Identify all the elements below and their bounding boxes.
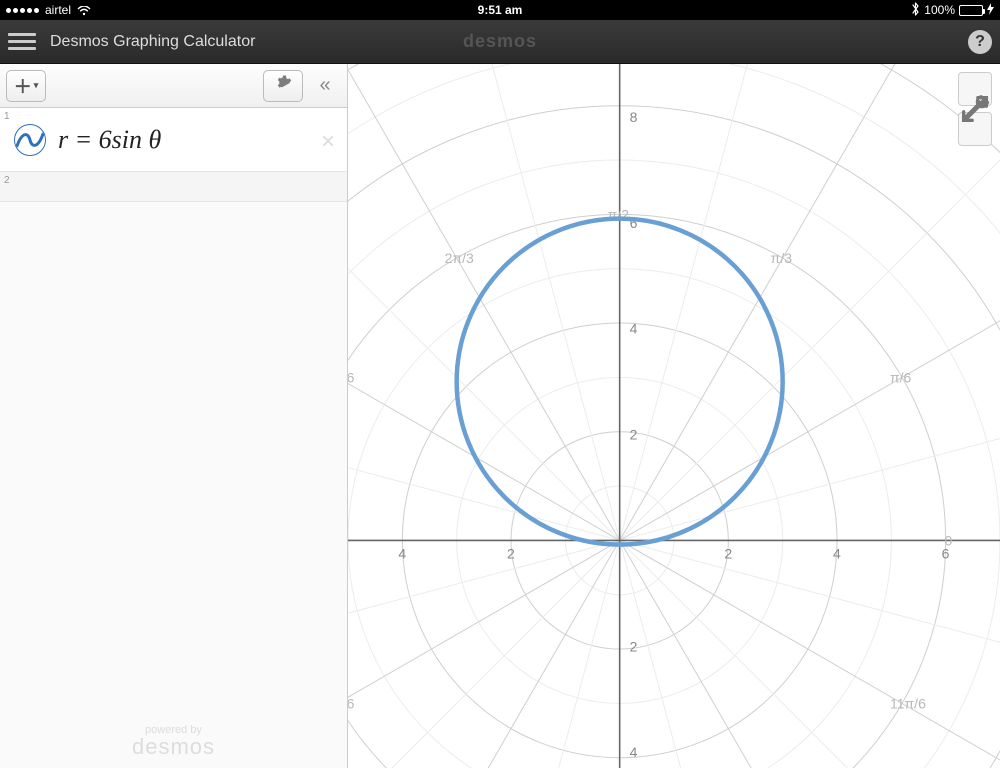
zoom-fit-button[interactable]: [958, 112, 992, 146]
settings-button[interactable]: [263, 70, 303, 102]
app-title: Desmos Graphing Calculator: [50, 33, 255, 51]
clock-label: 9:51 am: [478, 3, 523, 17]
svg-text:π/6: π/6: [890, 369, 912, 385]
svg-text:2π/3: 2π/3: [445, 250, 474, 266]
svg-text:7π/6: 7π/6: [348, 695, 355, 711]
row-index: 2: [4, 175, 10, 186]
close-icon: ×: [321, 128, 335, 155]
svg-text:5π/6: 5π/6: [348, 369, 355, 385]
collapse-panel-button[interactable]: «: [309, 70, 341, 102]
svg-text:4: 4: [398, 545, 406, 561]
svg-text:2: 2: [630, 427, 638, 443]
svg-text:11π/6: 11π/6: [890, 695, 926, 711]
powered-by-brand: desmos: [132, 736, 215, 758]
wifi-icon: [77, 5, 91, 15]
svg-text:2: 2: [724, 545, 732, 561]
gear-icon: [274, 74, 292, 97]
svg-text:2: 2: [630, 638, 638, 654]
svg-text:4: 4: [630, 321, 638, 337]
add-expression-button[interactable]: ＋▾: [6, 70, 46, 102]
status-left: airtel: [6, 3, 91, 17]
expression-text[interactable]: r = 6sin θ: [58, 125, 161, 155]
expression-row-2[interactable]: 2: [0, 172, 347, 202]
signal-dots-icon: [6, 8, 39, 13]
delete-expression-button[interactable]: ×: [321, 128, 335, 156]
help-button[interactable]: ?: [968, 30, 992, 54]
charging-icon: [987, 3, 994, 18]
svg-text:4: 4: [833, 545, 841, 561]
app-header: Desmos Graphing Calculator desmos ?: [0, 20, 1000, 64]
powered-by-label: powered by desmos: [132, 725, 215, 758]
main-layout: ＋▾ « 1 r = 6sin θ × 2 power: [0, 64, 1000, 768]
svg-text:8: 8: [630, 109, 638, 125]
graph-canvas[interactable]: 422464224680π/6π/3π/22π/35π/67π/611π/6: [348, 64, 1000, 768]
svg-text:2: 2: [507, 545, 515, 561]
expression-toolbar: ＋▾ «: [0, 64, 347, 108]
battery-icon: [959, 5, 983, 16]
expression-color-icon[interactable]: [14, 124, 46, 156]
row-index: 1: [4, 111, 10, 122]
chevron-double-left-icon: «: [319, 74, 330, 97]
svg-text:4: 4: [630, 744, 638, 760]
graph-tools: [958, 72, 992, 146]
ios-status-bar: airtel 9:51 am 100%: [0, 0, 1000, 20]
status-right: 100%: [911, 2, 994, 19]
bluetooth-icon: [911, 2, 920, 19]
battery-pct-label: 100%: [924, 3, 955, 17]
expression-panel: ＋▾ « 1 r = 6sin θ × 2 power: [0, 64, 348, 768]
svg-text:π/3: π/3: [771, 250, 793, 266]
menu-icon[interactable]: [8, 28, 36, 56]
svg-text:0: 0: [945, 532, 953, 548]
graph-pane[interactable]: 422464224680π/6π/3π/22π/35π/67π/611π/6: [348, 64, 1000, 768]
carrier-label: airtel: [45, 3, 71, 17]
expression-row-1[interactable]: 1 r = 6sin θ ×: [0, 108, 347, 172]
brand-logo: desmos: [463, 31, 537, 52]
